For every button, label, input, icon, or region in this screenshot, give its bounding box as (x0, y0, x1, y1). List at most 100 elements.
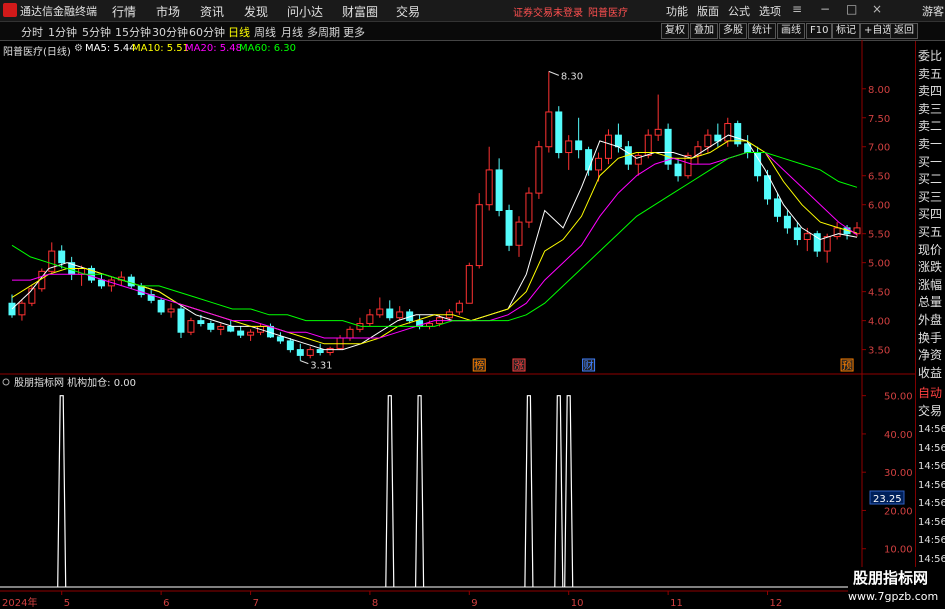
period-weekly[interactable]: 周线 (254, 24, 276, 40)
period-15min[interactable]: 15分钟 (115, 24, 151, 40)
indicator-spike (554, 395, 564, 588)
menu-ask[interactable]: 问小达 (287, 3, 323, 20)
close-icon[interactable]: × (872, 2, 882, 16)
candle-body (18, 302, 26, 316)
candle-body (505, 210, 513, 246)
event-marker: 财 (584, 359, 594, 372)
candle-body (654, 128, 662, 136)
panel-label-20: 交易 (918, 404, 943, 418)
maximize-icon[interactable]: □ (846, 2, 857, 16)
period-5min[interactable]: 5分钟 (82, 24, 111, 40)
panel-label-5: 卖一 (918, 137, 943, 151)
candle-body (475, 204, 483, 267)
candle-body (386, 308, 394, 319)
menu-news[interactable]: 资讯 (200, 3, 224, 20)
panel-time-7: 14:56 (918, 553, 945, 565)
candle-body (8, 302, 16, 316)
statistics-button[interactable]: 统计 (748, 23, 776, 39)
panel-label-3: 卖三 (918, 101, 943, 116)
panel-time-3: 14:56 (918, 479, 945, 491)
panel-label-7: 买二 (918, 172, 943, 187)
candle-body (346, 328, 354, 339)
restore-rights-button[interactable]: 复权 (661, 23, 689, 39)
indicator-title: 股朋指标网 机构加仓: 0.00 (14, 376, 136, 389)
panel-label-9: 买四 (918, 207, 943, 222)
price-tick-label: 3.50 (868, 346, 890, 357)
candle-body (336, 337, 344, 349)
panel-label-17: 净资 (918, 348, 943, 363)
period-daily[interactable]: 日线 (228, 24, 250, 40)
period-30min[interactable]: 30分钟 (152, 24, 188, 40)
time-axis-label: 7 (253, 598, 259, 609)
price-tick-label: 5.00 (868, 259, 890, 270)
menu-bar (0, 0, 945, 22)
user-label[interactable]: 游客 (922, 3, 944, 19)
menu-icon[interactable]: ≡ (792, 2, 802, 16)
price-tick-label: 7.50 (868, 114, 890, 125)
candle-body (326, 347, 334, 354)
candle-body (217, 325, 225, 330)
panel-time-0: 14:56 (918, 424, 945, 435)
time-axis-label: 6 (163, 598, 169, 609)
menu-trade[interactable]: 交易 (396, 3, 420, 20)
period-more[interactable]: 更多 (343, 24, 365, 40)
f10-button[interactable]: F10 (806, 23, 833, 39)
menu-wealth[interactable]: 财富圈 (342, 3, 378, 20)
candle-body (58, 250, 66, 264)
menu-layout[interactable]: 版面 (697, 3, 719, 19)
period-60min[interactable]: 60分钟 (189, 24, 225, 40)
panel-label-6: 买一 (918, 154, 943, 169)
candle-body (754, 152, 762, 177)
period-multi[interactable]: 多周期 (307, 24, 340, 40)
menu-formula[interactable]: 公式 (728, 3, 750, 19)
candle-body (783, 215, 791, 229)
period-monthly[interactable]: 月线 (281, 24, 303, 40)
mark-button[interactable]: 标记 (832, 23, 860, 39)
chart-area[interactable]: 8.00 7.50 7.00 6.50 6.00 5.50 5.00 4.50 4.00 3.50… (0, 40, 915, 609)
panel-label-13: 涨幅 (918, 277, 943, 292)
price-tick-label: 8.00 (868, 85, 890, 96)
overlay-button[interactable]: 叠加 (690, 23, 718, 39)
panel-label-0: 委比 (918, 49, 943, 63)
candle-body (595, 157, 603, 171)
panel-label-11: 现价 (918, 242, 943, 257)
ma10-line (11, 140, 858, 345)
panel-label-19: 自动 (918, 386, 943, 400)
minimize-icon[interactable]: − (820, 2, 830, 16)
candle-body (396, 311, 404, 319)
menu-discover[interactable]: 发现 (244, 3, 268, 20)
multi-stock-button[interactable]: 多股 (719, 23, 747, 39)
candle-body (157, 299, 165, 313)
menu-market[interactable]: 市场 (156, 3, 180, 20)
indicator-spike (564, 395, 574, 588)
ma20-line (12, 152, 858, 339)
candle-body (366, 314, 374, 325)
indicator-tick-label: 10.00 (884, 545, 913, 556)
candle-body (575, 140, 583, 151)
back-button[interactable]: 返回 (890, 23, 918, 39)
event-marker: 榜 (474, 359, 484, 372)
period-timeshare[interactable]: 分时 (21, 24, 43, 40)
indicator-tick-label: 20.00 (884, 506, 913, 517)
time-axis-label: 10 (571, 598, 584, 609)
menu-options[interactable]: 选项 (759, 3, 781, 19)
login-warning[interactable]: 证券交易未登录 (513, 4, 583, 19)
candle-body (376, 308, 384, 316)
price-tick-label: 7.00 (868, 143, 890, 154)
candle-body (485, 169, 493, 206)
menu-functions[interactable]: 功能 (666, 3, 688, 19)
menu-quotes[interactable]: 行情 (112, 3, 136, 20)
candle-body (127, 276, 135, 287)
candle-body (247, 331, 255, 336)
panel-time-2: 14:56 (918, 461, 945, 472)
candle-body (286, 340, 294, 351)
candle-body (585, 149, 593, 171)
draw-line-button[interactable]: 画线 (777, 23, 805, 39)
event-marker: 涨 (514, 360, 524, 372)
candle-body (614, 134, 622, 148)
current-stock-name: 阳普医疗 (588, 8, 628, 19)
panel-label-14: 总量 (918, 295, 943, 310)
indicator-spike (385, 395, 395, 588)
high-price-label: 8.30 (561, 71, 583, 82)
period-1min[interactable]: 1分钟 (48, 24, 77, 40)
